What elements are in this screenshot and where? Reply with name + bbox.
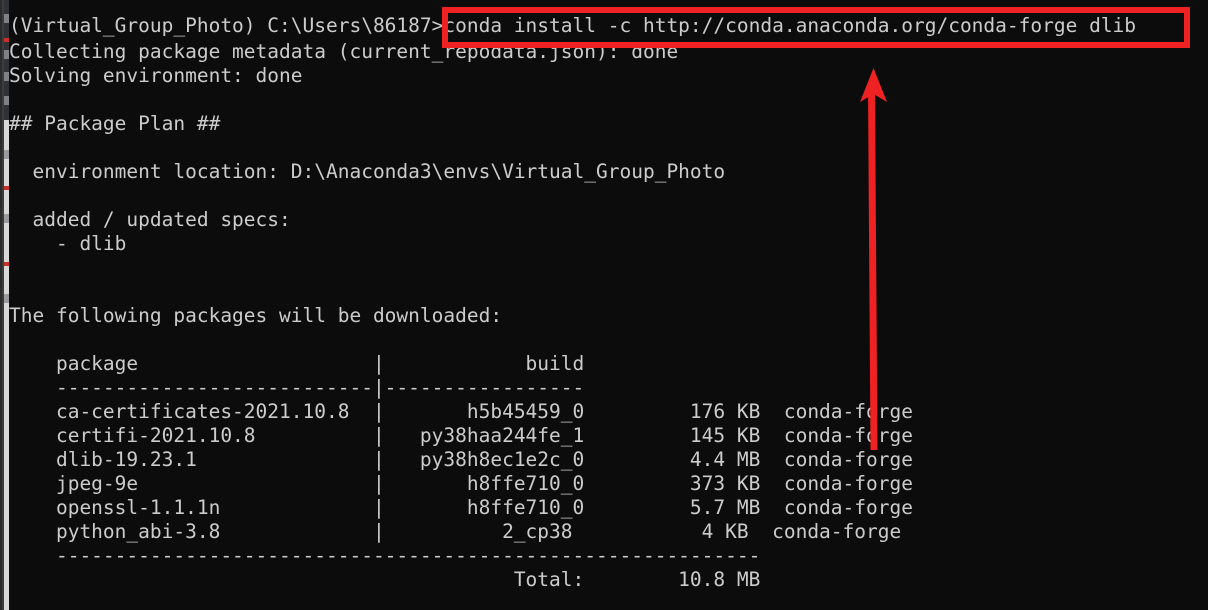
table-row: python_abi-3.8 | 2_cp38 4 KB conda-forge [9,520,902,543]
background-window-sliver[interactable] [0,0,9,610]
table-row: jpeg-9e | h8ffe710_0 373 KB conda-forge [9,472,913,495]
terminal-line-env-location: environment location: D:\Anaconda3\envs\… [9,160,726,183]
terminal-console[interactable]: (Virtual_Group_Photo) C:\Users\86187>con… [9,0,1208,610]
terminal-line-package-plan: ## Package Plan ## [9,112,221,135]
terminal-table-bottom-rule: ----------------------------------------… [9,544,761,567]
terminal-line-spec-dlib: - dlib [9,232,127,255]
table-row: certifi-2021.10.8 | py38haa244fe_1 145 K… [9,424,913,447]
terminal-line-solving: Solving environment: done [9,64,303,87]
terminal-line-specs-label: added / updated specs: [9,208,291,231]
terminal-table-header: package | build [9,352,585,375]
table-row: ca-certificates-2021.10.8 | h5b45459_0 1… [9,400,913,423]
terminal-line-prompt-command: (Virtual_Group_Photo) C:\Users\86187>con… [9,14,1137,37]
table-row: dlib-19.23.1 | py38h8ec1e2c_0 4.4 MB con… [9,448,913,471]
terminal-line-collecting: Collecting package metadata (current_rep… [9,40,679,63]
terminal-table-divider: ---------------------------|------------… [9,376,585,399]
screenshot-root: (Virtual_Group_Photo) C:\Users\86187>con… [0,0,1208,610]
table-row: openssl-1.1.1n | h8ffe710_0 5.7 MB conda… [9,496,913,519]
terminal-table-total-row: Total: 10.8 MB [9,568,761,591]
terminal-line-download-notice: The following packages will be downloade… [9,304,503,327]
